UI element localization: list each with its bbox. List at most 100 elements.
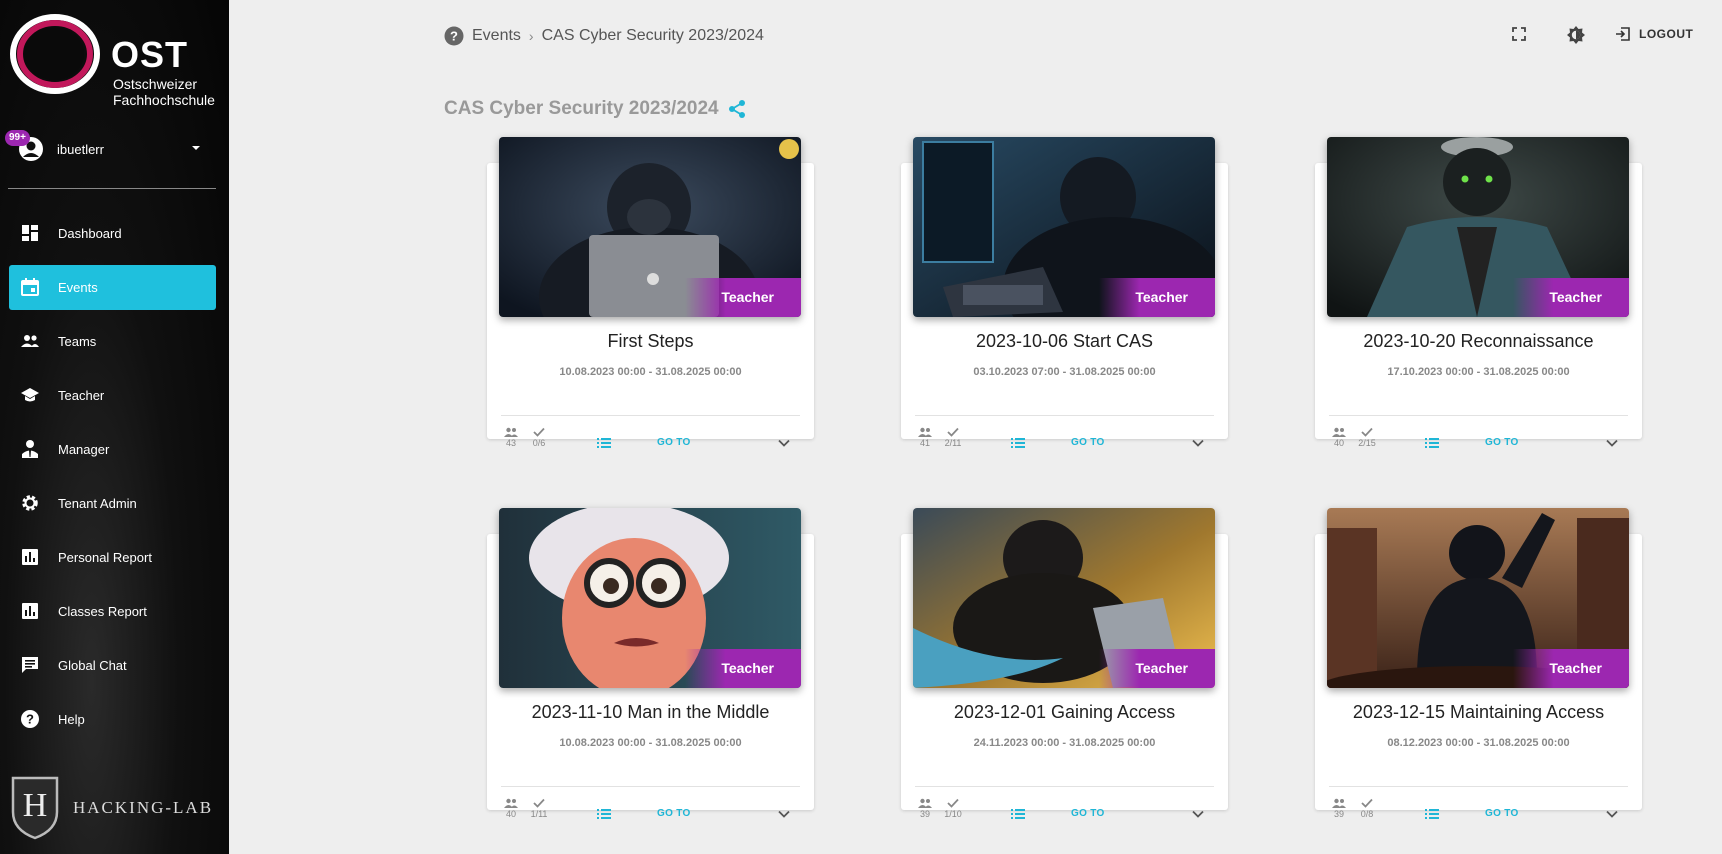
chevron-down-icon[interactable] [1191,807,1205,821]
sidebar-item-help[interactable]: ? Help [9,697,216,742]
goto-button[interactable]: GO TO [657,808,691,819]
svg-text:H: H [23,787,48,824]
chevron-down-icon[interactable] [1605,807,1619,821]
breadcrumb-separator: › [528,28,534,44]
sidebar-item-label: Teams [58,334,97,349]
sidebar-item-tenant-admin[interactable]: Tenant Admin [9,481,216,526]
card-actions: 41 2/11 GO TO [901,427,1228,457]
list-icon[interactable] [596,435,612,451]
solved-stat: 2/11 [941,427,965,448]
page-title-text: CAS Cyber Security 2023/2024 [444,98,719,119]
members-stat: 40 [499,798,523,819]
members-stat: 39 [913,798,937,819]
list-icon[interactable] [596,806,612,822]
solved-count: 1/10 [944,809,962,819]
event-image[interactable]: Teacher [1327,137,1629,317]
ost-logo[interactable]: OST Ostschweizer Fachhochschule [8,12,223,112]
sidebar-item-teams[interactable]: Teams [9,319,216,364]
logout-button[interactable]: LOGOUT [1615,26,1693,42]
event-image[interactable]: Teacher [1327,508,1629,688]
solved-count: 0/8 [1360,809,1374,819]
hacking-lab-logo[interactable]: H HACKING-LAB [10,774,220,842]
share-icon[interactable] [727,99,747,119]
list-icon[interactable] [1010,806,1026,822]
manager-icon [22,440,38,458]
role-badge: Teacher [685,278,801,317]
event-dates: 10.08.2023 00:00 - 31.08.2025 00:00 [559,366,742,378]
divider [915,415,1214,416]
solved-stat: 1/11 [527,798,551,819]
people-icon [918,798,932,808]
sidebar-item-events[interactable]: Events [9,265,216,310]
members-count: 40 [1333,438,1344,448]
members-count: 43 [505,438,516,448]
goto-button[interactable]: GO TO [1485,808,1519,819]
shield-icon: H [11,776,59,840]
help-icon: ? [21,710,39,728]
event-card: Teacher 2023-10-20 Reconnaissance 17.10.… [1315,137,1642,448]
sidebar-item-teacher[interactable]: Teacher [9,373,216,418]
breadcrumb: ? Events › CAS Cyber Security 2023/2024 [444,25,764,47]
sidebar-item-label: Help [58,712,85,727]
goto-button[interactable]: GO TO [1071,808,1105,819]
sidebar-item-manager[interactable]: Manager [9,427,216,472]
solved-count: 1/11 [530,809,548,819]
sidebar-item-label: Events [58,280,98,295]
event-image[interactable]: Teacher [499,508,801,688]
event-title: 2023-10-20 Reconnaissance [1363,331,1594,351]
check-icon [533,427,545,437]
bar-chart-icon [22,549,38,565]
calendar-icon [21,278,39,296]
card-actions: 40 1/11 GO TO [487,798,814,828]
card-actions: 39 0/8 GO TO [1315,798,1642,828]
user-menu[interactable]: 99+ ibuetlerr [5,130,218,170]
fullscreen-icon[interactable] [1512,27,1526,41]
event-card: Teacher 2023-10-06 Start CAS 03.10.2023 … [901,137,1228,448]
event-title: First Steps [607,331,694,351]
sidebar-item-dashboard[interactable]: Dashboard [9,211,216,256]
chevron-down-icon[interactable] [777,807,791,821]
sidebar-item-classes-report[interactable]: Classes Report [9,589,216,634]
check-icon [1361,798,1373,808]
event-image[interactable]: Teacher [913,137,1215,317]
members-count: 41 [919,438,930,448]
event-image[interactable]: Teacher [913,508,1215,688]
people-icon [1332,798,1346,808]
check-icon [533,798,545,808]
sidebar-item-personal-report[interactable]: Personal Report [9,535,216,580]
gear-icon [22,495,38,511]
list-icon[interactable] [1424,806,1440,822]
sidebar-item-label: Personal Report [58,550,152,565]
breadcrumb-events-link[interactable]: Events [472,27,521,45]
role-badge: Teacher [685,649,801,688]
people-icon [21,335,39,347]
check-icon [947,798,959,808]
event-title: 2023-12-01 Gaining Access [953,702,1176,722]
chat-icon [22,657,38,673]
members-count: 39 [919,809,930,819]
event-dates: 24.11.2023 00:00 - 31.08.2025 00:00 [973,737,1156,749]
event-image[interactable]: Teacher [499,137,801,317]
event-dates: 10.08.2023 00:00 - 31.08.2025 00:00 [559,737,742,749]
help-icon[interactable]: ? [444,26,464,46]
logo-line2: Fachhochschule [113,92,215,108]
hacking-lab-text: HACKING-LAB [73,798,214,817]
sidebar-item-global-chat[interactable]: Global Chat [9,643,216,688]
theme-toggle-icon[interactable] [1567,26,1585,44]
goto-button[interactable]: GO TO [1485,437,1519,448]
role-badge: Teacher [1513,649,1629,688]
chevron-down-icon[interactable] [777,436,791,450]
sidebar-item-label: Global Chat [58,658,127,673]
list-icon[interactable] [1424,435,1440,451]
list-icon[interactable] [1010,435,1026,451]
members-stat: 39 [1327,798,1351,819]
event-title: 2023-11-10 Man in the Middle [531,702,770,722]
event-card: Teacher 2023-11-10 Man in the Middle 10.… [487,508,814,819]
solved-stat: 2/15 [1355,427,1379,448]
event-card: Teacher 2023-12-15 Maintaining Access 08… [1315,508,1642,819]
chevron-down-icon[interactable] [1605,436,1619,450]
goto-button[interactable]: GO TO [1071,437,1105,448]
logout-label: LOGOUT [1639,27,1694,41]
chevron-down-icon[interactable] [1191,436,1205,450]
goto-button[interactable]: GO TO [657,437,691,448]
